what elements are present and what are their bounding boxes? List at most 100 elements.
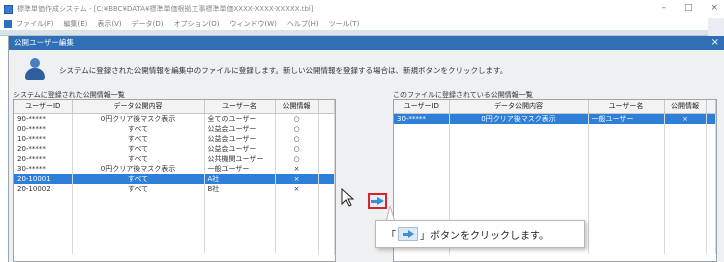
table-row[interactable]: 20-***** すべて 公共機関ユーザー ○ [14, 153, 335, 164]
table-row[interactable] [394, 133, 716, 144]
table-row[interactable] [394, 203, 716, 214]
cell-user-id [394, 163, 450, 174]
column-header-user-id[interactable]: ユーザーID [14, 100, 73, 114]
cell-data-content [72, 213, 205, 224]
table-row[interactable] [14, 233, 335, 244]
arrow-button-chip [398, 227, 418, 241]
app-icon [4, 4, 13, 14]
cell-filler [318, 183, 335, 194]
table-row[interactable] [394, 163, 716, 174]
cell-user-name [588, 233, 665, 244]
table-row[interactable] [14, 243, 335, 254]
cell-data-content [449, 203, 589, 214]
cell-public-info: ○ [275, 123, 319, 134]
cell-user-id [14, 233, 73, 244]
cell-user-id: 30-***** [14, 163, 73, 174]
cell-filler [318, 133, 335, 144]
table-row[interactable]: 20-10001 すべて A社 × [14, 173, 335, 184]
table-row[interactable] [14, 213, 335, 224]
cell-public-info [664, 123, 707, 134]
cell-filler [318, 153, 335, 164]
cell-public-info: ○ [275, 113, 319, 124]
cell-user-name: 一般ユーザー [588, 113, 665, 124]
cell-user-name [204, 233, 276, 244]
menu-data[interactable]: データ(D) [132, 19, 164, 29]
column-header-user-id[interactable]: ユーザーID [394, 100, 450, 114]
cell-user-id [394, 183, 450, 194]
table-row[interactable] [14, 193, 335, 204]
cell-data-content: すべて [72, 183, 205, 194]
table-row[interactable] [394, 173, 716, 184]
cell-filler [706, 113, 716, 124]
menu-edit[interactable]: 編集(E) [64, 19, 88, 29]
cell-data-content: すべて [72, 173, 205, 184]
cell-data-content [449, 123, 589, 134]
cell-user-id [394, 133, 450, 144]
table-row[interactable]: 30-***** 0円クリア後マスク表示 一般ユーザー × [394, 113, 716, 124]
table-row[interactable]: 30-***** 0円クリア後マスク表示 一般ユーザー × [14, 163, 335, 174]
cell-filler [706, 193, 716, 204]
table-row[interactable]: 10-***** すべて 公益会ユーザー ○ [14, 133, 335, 144]
menu-help[interactable]: ヘルプ(H) [287, 19, 319, 29]
cell-data-content [72, 203, 205, 214]
cell-user-name [588, 153, 665, 164]
instruction-callout: 「 」ボタンをクリックします。 [375, 220, 585, 248]
cell-filler [706, 243, 716, 254]
cell-public-info [664, 233, 707, 244]
column-header-public-info[interactable]: 公開情報 [275, 100, 319, 114]
cell-user-name: 公共機関ユーザー [204, 153, 276, 164]
cell-user-name [204, 213, 276, 224]
cell-user-id [14, 243, 73, 254]
column-header-user-name[interactable]: ユーザー名 [204, 100, 276, 114]
maximize-button[interactable]: □ [684, 3, 693, 13]
cell-public-info: × [664, 113, 707, 124]
cell-user-id: 20-***** [14, 153, 73, 164]
close-window-button[interactable]: × [710, 3, 718, 13]
table-row[interactable]: 20-***** すべて 公益会ユーザー ○ [14, 143, 335, 154]
cell-public-info [664, 143, 707, 154]
column-header-data-content[interactable]: データ公開内容 [72, 100, 205, 114]
cell-user-id [14, 203, 73, 214]
menu-options[interactable]: オプション(O) [174, 19, 220, 29]
table-row[interactable] [394, 183, 716, 194]
cell-user-id: 00-***** [14, 123, 73, 134]
table-row[interactable] [394, 193, 716, 204]
column-header-data-content[interactable]: データ公開内容 [449, 100, 589, 114]
arrow-right-icon [371, 196, 384, 206]
cell-public-info [275, 193, 319, 204]
menu-tools[interactable]: ツール(T) [329, 19, 360, 29]
table-row[interactable] [394, 123, 716, 134]
cell-user-id: 90-***** [14, 113, 73, 124]
table-row[interactable] [394, 143, 716, 154]
cell-data-content [72, 193, 205, 204]
table-row[interactable]: 90-***** 0円クリア後マスク表示 全てのユーザー ○ [14, 113, 335, 124]
cell-public-info [664, 183, 707, 194]
minimize-button[interactable]: – [661, 3, 666, 13]
table-row[interactable] [14, 223, 335, 234]
column-header-user-name[interactable]: ユーザー名 [588, 100, 665, 114]
cell-user-name [588, 203, 665, 214]
cell-user-id [394, 173, 450, 184]
user-icon [23, 58, 47, 82]
dialog-close-button[interactable]: × [711, 36, 719, 50]
table-row[interactable] [14, 203, 335, 214]
cell-public-info: ○ [275, 153, 319, 164]
cell-user-id: 10-***** [14, 133, 73, 144]
table-row[interactable]: 20-10002 すべて B社 × [14, 183, 335, 194]
menu-view[interactable]: 表示(V) [97, 19, 121, 29]
cell-user-name [588, 183, 665, 194]
system-public-info-list[interactable]: ユーザーID データ公開内容 ユーザー名 公開情報 90-***** 0円クリア後… [13, 99, 336, 262]
cell-data-content: すべて [72, 123, 205, 134]
column-header-public-info[interactable]: 公開情報 [664, 100, 707, 114]
cell-data-content [449, 133, 589, 144]
cell-filler [318, 233, 335, 244]
table-row[interactable]: 00-***** すべて 公益会ユーザー ○ [14, 123, 335, 134]
cell-filler [318, 203, 335, 214]
cell-data-content: 0円クリア後マスク表示 [72, 163, 205, 174]
cell-user-id [394, 203, 450, 214]
cell-public-info [664, 243, 707, 254]
menu-file[interactable]: ファイル(F) [16, 19, 54, 29]
table-row[interactable] [394, 153, 716, 164]
cell-user-id [394, 123, 450, 134]
menu-window[interactable]: ウィンドウ(W) [230, 19, 277, 29]
